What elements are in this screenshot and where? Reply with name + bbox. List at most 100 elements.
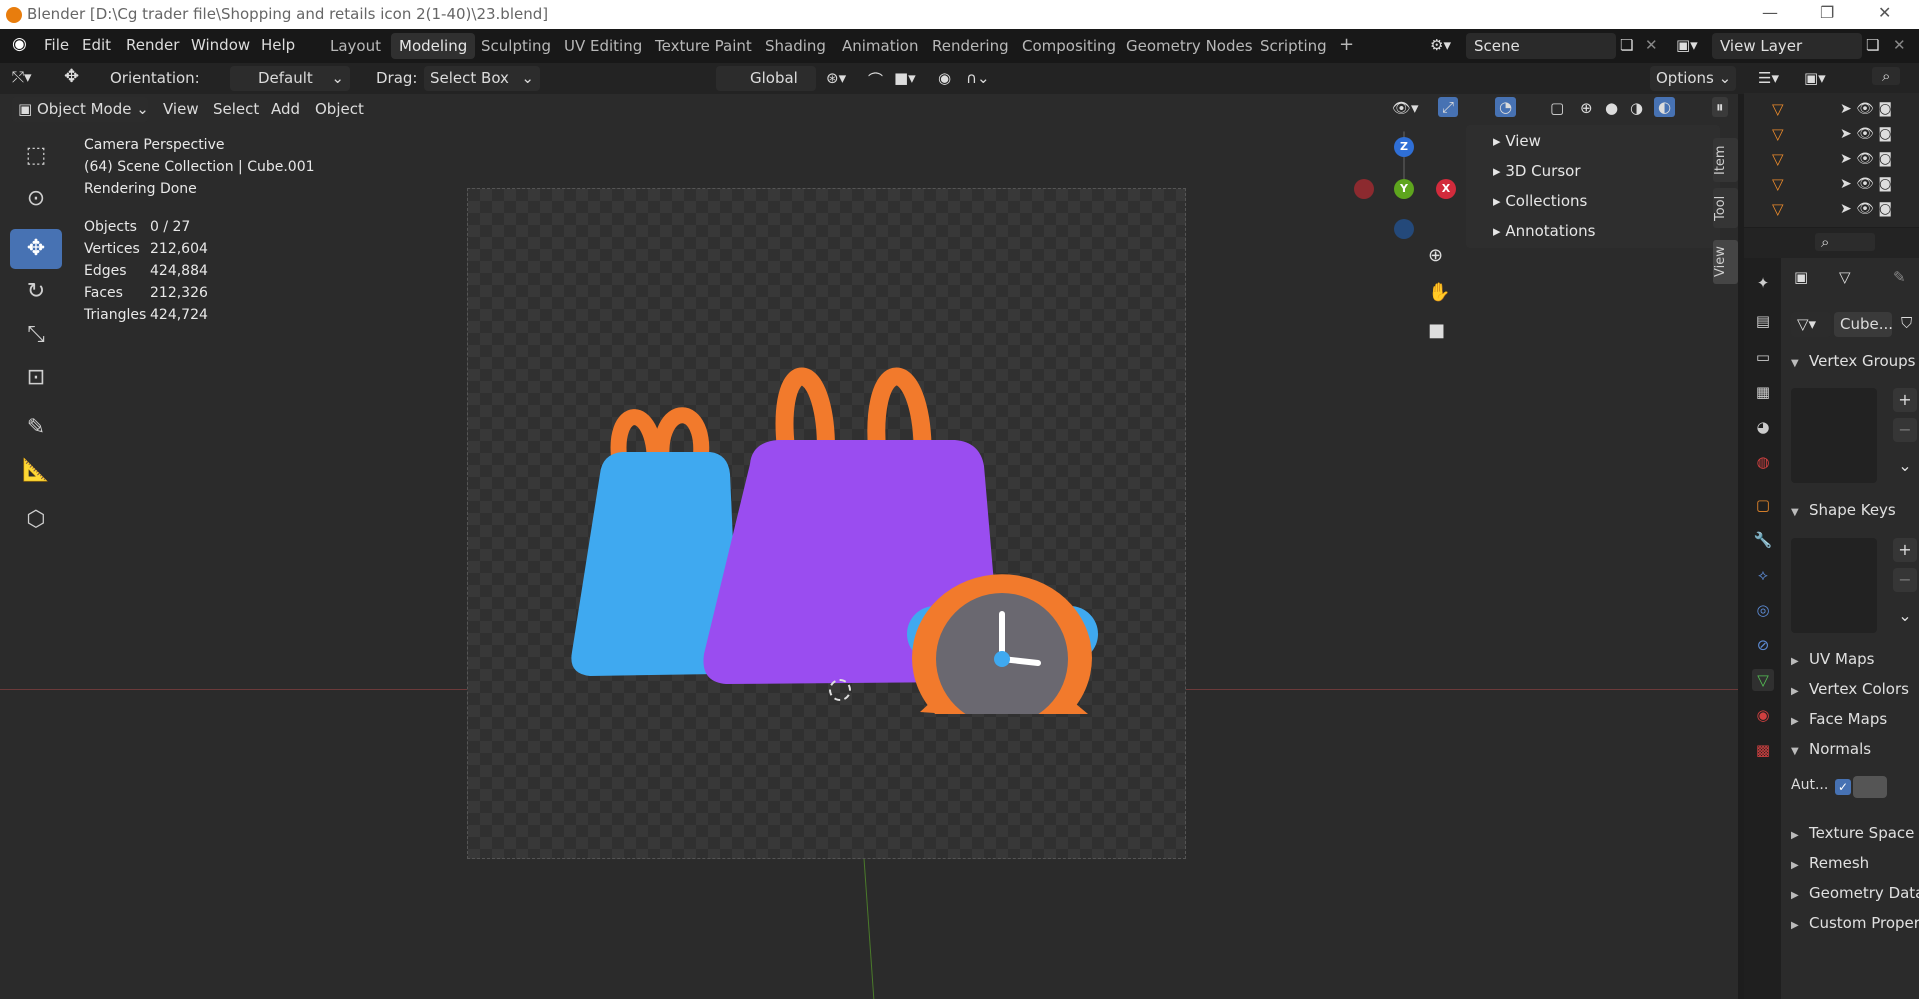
tab-tool[interactable]: Tool [1713,188,1738,228]
remove-shape-key-button[interactable]: − [1893,568,1917,592]
constraints-icon[interactable]: ⊘ [1752,634,1774,656]
gizmo-neg-x[interactable] [1354,179,1374,199]
proportional-edit-icon[interactable]: ◉ [938,69,951,87]
tab-geometry-nodes[interactable]: Geometry Nodes [1118,33,1261,59]
falloff-icon[interactable]: ∩⌄ [966,69,990,87]
npanel-view[interactable]: ▸ View [1493,132,1541,150]
add-vertex-group-button[interactable]: + [1893,388,1917,412]
menu-view[interactable]: View [163,100,199,118]
delete-view-layer-icon[interactable]: ✕ [1893,36,1906,54]
scene-selector-icon[interactable]: ⚙▾ [1430,36,1451,54]
new-view-layer-icon[interactable]: ❏ [1866,36,1879,54]
modifier-properties-icon[interactable]: 🔧 [1752,529,1774,551]
tab-view[interactable]: View [1713,240,1738,284]
overlay-toggle-icon[interactable]: ◔ [1495,97,1517,117]
xray-icon[interactable]: ▢ [1550,99,1564,117]
outliner-search-icon[interactable]: ⌕ [1872,67,1901,85]
tab-uv-editing[interactable]: UV Editing [556,33,650,59]
tab-shading[interactable]: Shading [757,33,834,59]
pivot-point-icon[interactable]: ⊛▾ [826,69,846,87]
gizmo-neg-z[interactable] [1394,219,1414,239]
camera-view-icon[interactable]: ■ [1428,320,1445,341]
add-workspace-icon[interactable]: + [1331,30,1362,56]
npanel-collections[interactable]: ▸ Collections [1493,192,1587,210]
menu-window[interactable]: Window [191,36,250,54]
orientation-dropdown[interactable]: Default ⌄ [230,66,350,91]
gizmo-z-axis[interactable]: Z [1394,137,1414,157]
new-scene-icon[interactable]: ❏ [1620,36,1633,54]
section-custom-properties[interactable]: ▶ Custom Properties [1781,914,1919,932]
close-icon[interactable]: ✕ [1878,3,1891,22]
blender-menu-icon[interactable]: ◉ [12,34,27,54]
output-properties-icon[interactable]: ▭ [1752,346,1774,368]
solid-shading-icon[interactable]: ● [1605,99,1618,117]
minimize-icon[interactable]: — [1762,3,1778,22]
move-tool-icon[interactable]: ✥ [64,66,79,87]
snap-target-icon[interactable]: ■▾ [894,69,916,87]
annotate-tool-icon[interactable]: ✎ [10,408,62,448]
chevron-down-icon[interactable]: ⌄ [1893,454,1917,478]
outliner-visibility-icons[interactable]: ➤ 👁 ◙ ➤ 👁 ◙ ➤ 👁 ◙ ➤ 👁 ◙ ➤ 👁 ◙ [1840,97,1892,222]
hand-pan-icon[interactable]: ✋ [1428,282,1450,303]
section-normals[interactable]: ▼ Normals [1781,740,1919,758]
delete-scene-icon[interactable]: ✕ [1645,36,1658,54]
npanel-3d-cursor[interactable]: ▸ 3D Cursor [1493,162,1580,180]
menu-select[interactable]: Select [213,100,259,118]
properties-search-icon[interactable]: ⌕ [1815,233,1876,251]
drag-dropdown[interactable]: Select Box ⌄ [424,66,540,91]
section-uv-maps[interactable]: ▶ UV Maps [1781,650,1919,668]
vertex-groups-list[interactable] [1791,388,1877,483]
zoom-icon[interactable]: ⊕ [1428,245,1443,266]
section-remesh[interactable]: ▶ Remesh [1781,854,1919,872]
scale-tool-icon[interactable]: ⤡ [10,315,62,355]
tab-rendering[interactable]: Rendering [924,33,1017,59]
tab-compositing[interactable]: Compositing [1014,33,1124,59]
section-vertex-groups[interactable]: ▼ Vertex Groups [1781,352,1919,370]
scene-name-field[interactable]: Scene [1466,33,1616,59]
mesh-data-icon[interactable]: ▽ [1752,669,1774,691]
select-box-icon[interactable]: ⬚ [10,136,62,176]
menu-edit[interactable]: Edit [82,36,111,54]
outliner-editor-icon[interactable]: ☰▾ [1758,69,1779,87]
tab-scripting[interactable]: Scripting [1252,33,1335,59]
pause-render-icon[interactable]: ⏸ [1712,97,1728,117]
tab-sculpting[interactable]: Sculpting [473,33,559,59]
mesh-name-field[interactable]: Cube... [1834,312,1893,337]
cursor-tool-icon[interactable]: ⊙ [10,179,62,219]
tab-modeling[interactable]: Modeling [391,33,476,59]
gizmo-y-axis[interactable]: Y [1394,179,1414,199]
object-data-icon[interactable]: ▣ [1794,268,1808,286]
remove-vertex-group-button[interactable]: − [1893,418,1917,442]
auto-smooth-checkbox[interactable]: ✓ [1835,779,1851,795]
transform-tool-icon[interactable]: ⊡ [10,358,62,398]
section-shape-keys[interactable]: ▼ Shape Keys [1781,501,1919,519]
menu-add[interactable]: Add [271,100,300,118]
pin-icon[interactable]: ✎ [1893,268,1906,286]
menu-file[interactable]: File [44,36,69,54]
menu-object[interactable]: Object [315,100,364,118]
material-icon[interactable]: ◉ [1752,704,1774,726]
add-shape-key-button[interactable]: + [1893,538,1917,562]
editor-type-icon[interactable]: ⤲▾ [12,68,32,86]
world-properties-icon[interactable]: ◍ [1752,451,1774,473]
physics-icon[interactable]: ◎ [1752,599,1774,621]
texture-icon[interactable]: ▩ [1752,739,1774,761]
3d-cursor-icon[interactable] [829,679,851,701]
visibility-icon[interactable]: 👁▾ [1392,99,1419,117]
menu-help[interactable]: Help [261,36,295,54]
material-shading-icon[interactable]: ◑ [1630,99,1643,117]
section-face-maps[interactable]: ▶ Face Maps [1781,710,1919,728]
object-mode-dropdown[interactable]: ▣ Object Mode ⌄ [12,97,149,122]
view-layer-selector-icon[interactable]: ▣▾ [1676,36,1698,54]
transform-orientation-dropdown[interactable]: Global [716,66,816,91]
view-layer-field[interactable]: View Layer [1712,33,1862,59]
tool-properties-icon[interactable]: ✦ [1752,272,1774,294]
menu-render[interactable]: Render [126,36,179,54]
measure-tool-icon[interactable]: 📐 [10,451,62,491]
render-properties-icon[interactable]: ▤ [1752,310,1774,332]
options-dropdown[interactable]: Options ⌄ [1650,66,1736,91]
add-cube-tool-icon[interactable]: ⬡ [10,500,62,540]
snap-icon[interactable]: ⌒ [868,69,883,90]
tab-layout[interactable]: Layout [322,33,389,59]
wireframe-shading-icon[interactable]: ⊕ [1580,99,1593,117]
